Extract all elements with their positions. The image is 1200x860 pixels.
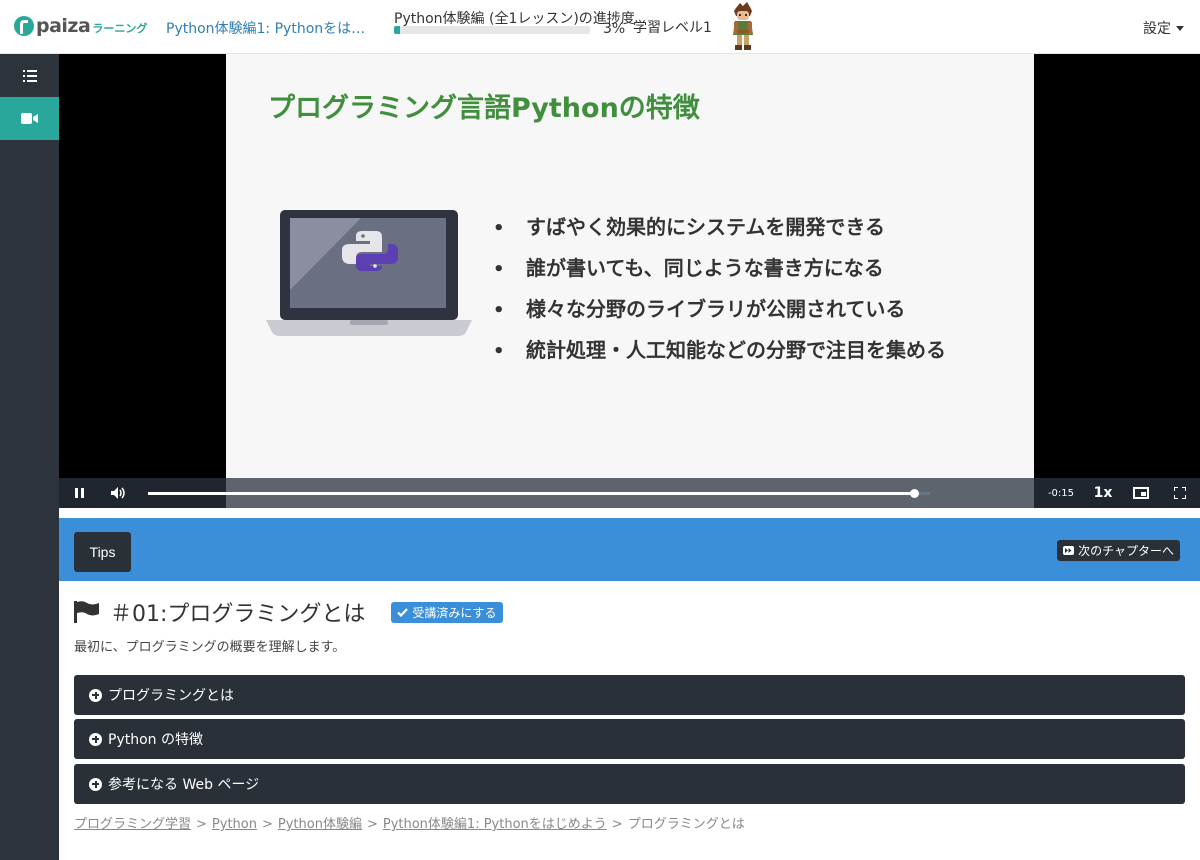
fullscreen-icon bbox=[1174, 487, 1186, 499]
accordion-reference-pages[interactable]: 参考になる Web ページ bbox=[74, 764, 1185, 804]
seek-bar-played bbox=[148, 492, 915, 495]
accordion-python-features[interactable]: Python の特徴 bbox=[74, 719, 1185, 759]
slide-title: プログラミング言語Pythonの特徴 bbox=[268, 93, 700, 124]
plus-circle-icon bbox=[89, 688, 102, 702]
mark-as-done-label: 受講済みにする bbox=[412, 605, 497, 620]
next-chapter-label: 次のチャプターへ bbox=[1078, 544, 1174, 558]
slide-bullet: 様々な分野のライブラリが公開されている bbox=[492, 294, 946, 335]
breadcrumb-link[interactable]: Python bbox=[212, 817, 257, 832]
player-divider bbox=[59, 508, 1200, 518]
accordion-label: プログラミングとは bbox=[108, 688, 234, 704]
sidebar-item-video[interactable] bbox=[0, 97, 59, 140]
top-header: paiza ラーニング Python体験編1: Pythonをは… Python… bbox=[0, 0, 1200, 54]
plus-circle-icon bbox=[89, 777, 102, 791]
breadcrumb-separator: > bbox=[366, 817, 378, 832]
pause-button[interactable] bbox=[65, 478, 93, 508]
breadcrumb-link[interactable]: プログラミング学習 bbox=[74, 817, 191, 832]
logo-subtext: ラーニング bbox=[92, 21, 148, 35]
picture-in-picture-button[interactable] bbox=[1127, 478, 1155, 508]
fast-forward-icon bbox=[1063, 546, 1075, 555]
video-camera-icon bbox=[21, 113, 38, 124]
playback-speed-button[interactable]: 1x bbox=[1088, 478, 1118, 508]
chapter-title: ＃01:プログラミングとは bbox=[110, 602, 366, 627]
list-icon bbox=[22, 69, 37, 82]
accordion-programming-intro[interactable]: プログラミングとは bbox=[74, 675, 1185, 715]
progress-percent: 3% bbox=[603, 21, 626, 37]
breadcrumb-current: プログラミングとは bbox=[627, 817, 745, 832]
fullscreen-button[interactable] bbox=[1166, 478, 1194, 508]
progress-title: Python体験編 (全1レッスン)の進捗度 bbox=[394, 11, 635, 27]
picture-in-picture-icon bbox=[1133, 487, 1149, 499]
laptop-python-icon bbox=[266, 210, 472, 336]
logo-text: paiza bbox=[36, 15, 91, 37]
next-chapter-button[interactable]: 次のチャプターへ bbox=[1057, 540, 1180, 561]
seek-handle[interactable] bbox=[910, 489, 920, 498]
breadcrumb-separator: > bbox=[196, 817, 207, 832]
slide-bullet: 誰が書いても、同じような書き方になる bbox=[492, 253, 946, 294]
course-progress-bar bbox=[394, 26, 590, 34]
volume-icon bbox=[110, 487, 125, 499]
volume-button[interactable] bbox=[104, 478, 132, 508]
tips-button[interactable]: Tips bbox=[74, 532, 131, 572]
time-remaining: -0:15 bbox=[1047, 487, 1075, 499]
breadcrumb-link[interactable]: Python体験編1: Pythonをはじめよう bbox=[383, 817, 607, 832]
plus-circle-icon bbox=[89, 732, 102, 746]
flag-icon bbox=[74, 601, 99, 623]
seek-bar[interactable] bbox=[148, 489, 930, 498]
video-control-bar: -0:15 1x bbox=[59, 478, 1200, 508]
breadcrumb-separator: > bbox=[261, 817, 273, 832]
character-avatar-icon[interactable] bbox=[728, 2, 758, 52]
pause-icon bbox=[74, 488, 84, 498]
accordion-label: Python の特徴 bbox=[108, 732, 203, 748]
video-player[interactable]: プログラミング言語Pythonの特徴 すばやく効果的にシステムを開発できる 誰が… bbox=[59, 54, 1200, 508]
lesson-toolbar: Tips 次のチャプターへ bbox=[59, 518, 1200, 581]
chapter-heading: ＃01:プログラミングとは 受講済みにする bbox=[74, 596, 503, 628]
breadcrumb-separator: > bbox=[611, 817, 623, 832]
video-slide: プログラミング言語Pythonの特徴 すばやく効果的にシステムを開発できる 誰が… bbox=[226, 54, 1034, 508]
paiza-logo[interactable]: paiza ラーニング bbox=[14, 15, 147, 37]
slide-bullet: 統計処理・人工知能などの分野で注目を集める bbox=[492, 335, 946, 376]
sidebar bbox=[0, 54, 59, 860]
settings-dropdown[interactable]: 設定 bbox=[1143, 18, 1184, 38]
accordion-label: 参考になる Web ページ bbox=[108, 777, 260, 793]
slide-bullet-list: すばやく効果的にシステムを開発できる 誰が書いても、同じような書き方になる 様々… bbox=[492, 212, 946, 376]
lesson-link[interactable]: Python体験編1: Pythonをは… bbox=[166, 18, 365, 38]
sidebar-item-list[interactable] bbox=[0, 54, 59, 97]
settings-label: 設定 bbox=[1143, 21, 1171, 37]
breadcrumb: プログラミング学習 > Python > Python体験編 > Python体験編1: P… bbox=[74, 813, 745, 832]
paiza-logo-icon bbox=[14, 16, 34, 36]
chevron-down-icon bbox=[1176, 25, 1184, 31]
breadcrumb-link[interactable]: Python体験編 bbox=[278, 817, 362, 832]
slide-bullet: すばやく効果的にシステムを開発できる bbox=[492, 212, 946, 253]
chapter-description: 最初に、プログラミングの概要を理解します。 bbox=[74, 640, 346, 655]
mark-as-done-button[interactable]: 受講済みにする bbox=[391, 601, 503, 623]
course-progress-fill bbox=[394, 26, 400, 34]
checkmark-icon bbox=[397, 607, 409, 617]
learning-level: 学習レベル1 bbox=[633, 20, 712, 36]
